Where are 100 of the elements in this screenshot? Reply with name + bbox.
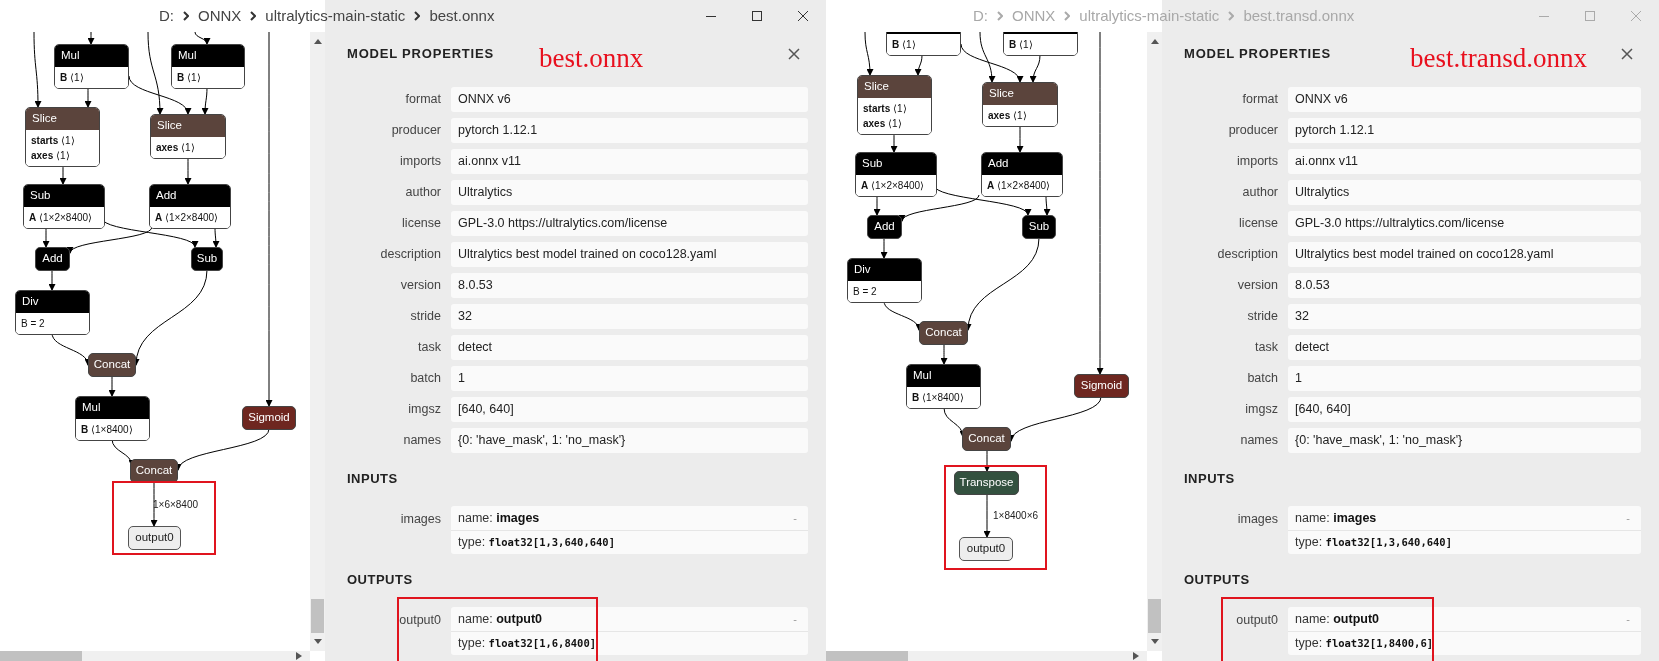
graph-node[interactable]: Mul B ⟨1×8400⟩	[75, 396, 150, 441]
edge-arrow	[194, 32, 210, 45]
close-icon	[1631, 11, 1641, 21]
graph-node[interactable]: Add	[867, 215, 902, 239]
node-attribute: A ⟨1×2×8400⟩	[155, 211, 220, 225]
breadcrumb-item[interactable]: best.onnx	[429, 4, 495, 28]
property-label: stride	[1246, 308, 1278, 326]
property-label: version	[399, 277, 441, 295]
section-heading: INPUTS	[1184, 470, 1236, 489]
edge-arrow	[1043, 194, 1051, 216]
property-value: 1	[1288, 366, 1641, 391]
graph-node[interactable]: Transpose	[954, 471, 1019, 495]
edge-arrow	[84, 86, 92, 108]
property-label: stride	[409, 308, 441, 326]
node-attribute: A ⟨1×2×8400⟩	[861, 179, 926, 193]
property-label: imgsz	[407, 401, 441, 419]
graph-node[interactable]: Concat	[130, 459, 178, 483]
graph-node[interactable]: Div B = 2	[847, 258, 922, 303]
property-label: task	[1254, 339, 1278, 357]
graph-node[interactable]: Sigmoid	[242, 406, 296, 430]
horizontal-scrollbar[interactable]	[826, 651, 1147, 661]
property-value: detect	[1288, 335, 1641, 360]
scroll-down-icon[interactable]	[314, 639, 322, 644]
field-text: type: float32[1,8400,6]	[1295, 635, 1434, 653]
node-attribute: B ⟨1⟩	[1009, 38, 1034, 52]
property-value: 8.0.53	[451, 273, 808, 298]
graph-node[interactable]: Add	[35, 247, 70, 271]
vertical-scrollbar[interactable]	[310, 32, 325, 651]
scroll-up-icon[interactable]	[1151, 39, 1159, 44]
scrollbar-thumb[interactable]	[0, 651, 82, 661]
property-label: output0	[398, 612, 441, 629]
breadcrumb-item[interactable]: ultralytics-main-static	[265, 4, 406, 28]
scrollbar-thumb[interactable]	[826, 651, 908, 661]
graph-node[interactable]: Sub	[191, 247, 223, 271]
scrollbar-thumb[interactable]	[1148, 599, 1161, 633]
node-attribute: A ⟨1×2×8400⟩	[29, 211, 94, 225]
graph-node[interactable]: Sub A ⟨1×2×8400⟩	[855, 152, 937, 197]
property-label: version	[1236, 277, 1278, 295]
graph-node[interactable]: Slice axes ⟨1⟩	[150, 114, 226, 159]
scroll-up-icon[interactable]	[314, 39, 322, 44]
graph-node[interactable]: B ⟨1⟩	[886, 32, 961, 56]
scrollbar-thumb[interactable]	[311, 599, 324, 633]
node-attribute: B = 2	[21, 317, 46, 331]
graph-node[interactable]: Concat	[88, 353, 136, 377]
node-attribute: B ⟨1⟩	[892, 38, 917, 52]
property-value: ai.onnx v11	[1288, 149, 1641, 174]
property-value: [640, 640]	[451, 397, 808, 422]
graph-node[interactable]: B ⟨1⟩	[1003, 32, 1078, 56]
node-attribute: B ⟨1×8400⟩	[81, 423, 134, 437]
graph-node[interactable]: Sub A ⟨1×2×8400⟩	[23, 184, 105, 229]
graph-node[interactable]: Slice starts ⟨1⟩ axes ⟨1⟩	[25, 107, 100, 167]
graph-node[interactable]: output0	[959, 537, 1013, 561]
graph-node[interactable]: Mul B ⟨1⟩	[54, 44, 129, 89]
graph-node[interactable]: Sigmoid	[1074, 374, 1129, 398]
scroll-down-icon[interactable]	[1151, 639, 1159, 644]
node-header: Slice	[26, 108, 99, 130]
node-header: Slice	[858, 76, 931, 98]
property-value: ONNX v6	[1288, 87, 1641, 112]
edge-arrow	[940, 344, 948, 365]
graph-node[interactable]: Mul B ⟨1×8400⟩	[906, 364, 981, 409]
vertical-scrollbar[interactable]	[1147, 32, 1162, 651]
graph-node[interactable]: Sub	[1022, 215, 1056, 239]
node-attribute: axes ⟨1⟩	[156, 141, 196, 155]
node-header: Mul	[76, 397, 149, 419]
node-header: Slice	[151, 115, 225, 137]
breadcrumb-item[interactable]: D:	[159, 4, 174, 28]
graph-node[interactable]: Concat	[919, 321, 968, 345]
maximize-icon	[1585, 11, 1595, 21]
close-icon	[1621, 48, 1633, 60]
scroll-right-icon[interactable]	[1133, 652, 1139, 660]
edge-arrow	[108, 375, 116, 397]
property-label: format	[1241, 91, 1278, 109]
graph-node[interactable]: Concat	[962, 427, 1011, 451]
property-value: {0: 'have_mask', 1: 'no_mask'}	[1288, 428, 1641, 453]
property-label: batch	[1246, 370, 1278, 388]
node-attribute: starts ⟨1⟩	[31, 134, 76, 148]
breadcrumb-item[interactable]: ONNX	[198, 4, 242, 28]
graph-node[interactable]: Slice starts ⟨1⟩ axes ⟨1⟩	[857, 75, 932, 135]
edge-arrow	[48, 269, 56, 291]
edge-arrow	[864, 32, 874, 76]
graph-node[interactable]: Mul B ⟨1⟩	[171, 44, 245, 89]
property-value: Ultralytics best model trained on coco128.yaml	[451, 242, 808, 267]
property-value: ONNX v6	[451, 87, 808, 112]
graph-node[interactable]: output0	[128, 526, 181, 550]
chevron-icon	[1228, 11, 1235, 21]
graph-node[interactable]: Slice axes ⟨1⟩	[982, 82, 1058, 127]
scroll-right-icon[interactable]	[296, 652, 302, 660]
graph-node[interactable]: Div B = 2	[15, 290, 90, 335]
graph-node[interactable]: Add A ⟨1×2×8400⟩	[981, 152, 1063, 197]
node-header: Slice	[983, 83, 1057, 105]
property-label: author	[1241, 184, 1278, 202]
property-label: description	[379, 246, 441, 264]
horizontal-scrollbar[interactable]	[0, 651, 310, 661]
node-attribute: B ⟨1×8400⟩	[912, 391, 965, 405]
chevron-icon	[250, 11, 257, 21]
close-button[interactable]	[786, 46, 802, 62]
close-button[interactable]	[1619, 46, 1635, 62]
node-header: Sub	[24, 185, 104, 207]
property-label: batch	[409, 370, 441, 388]
graph-node[interactable]: Add A ⟨1×2×8400⟩	[149, 184, 231, 229]
